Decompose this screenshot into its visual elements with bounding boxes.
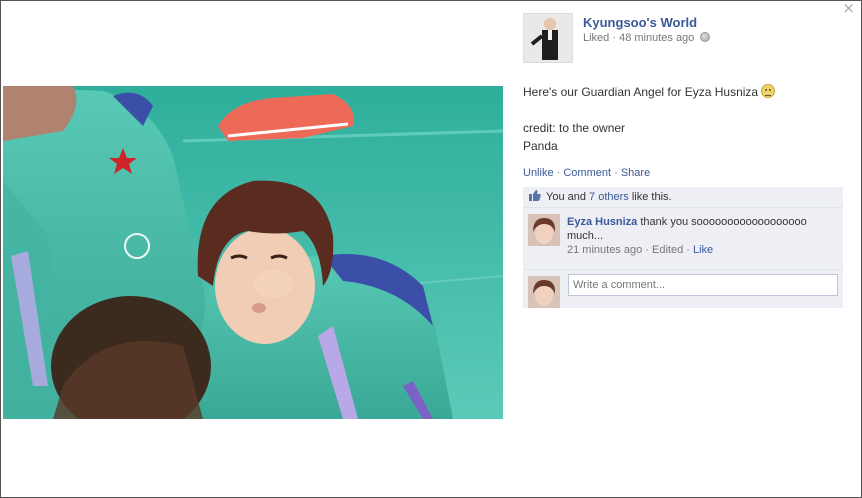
liked-status: Liked	[583, 32, 610, 44]
caption-text: Here's our Guardian Angel for Eyza Husni…	[523, 85, 759, 99]
photo-viewer-dialog: × Kyungsoo's World Liked · 48 minutes ag…	[0, 0, 862, 498]
photo-image	[3, 86, 503, 419]
feedback-box: You and 7 others like this. Eyza Husniza…	[523, 187, 843, 308]
post-timestamp[interactable]: 48 minutes ago	[619, 32, 694, 44]
current-user-avatar-image	[528, 276, 560, 308]
commenter-avatar-image	[528, 214, 560, 246]
meta-separator: ·	[642, 244, 652, 256]
commenter-avatar[interactable]	[528, 214, 560, 246]
unlike-link[interactable]: Unlike	[523, 167, 554, 179]
comment-like-link[interactable]: Like	[693, 244, 713, 256]
smiley-icon	[761, 84, 776, 98]
action-separator: ·	[611, 167, 621, 179]
caption-line: Here's our Guardian Angel for Eyza Husni…	[523, 83, 843, 101]
caption-credit: credit: to the owner	[523, 121, 626, 135]
meta-separator: ·	[683, 244, 693, 256]
comment-item: Eyza Husniza thank you soooooooooooooooo…	[523, 208, 843, 270]
likes-prefix: You and	[546, 191, 590, 203]
post-actions: Unlike · Comment · Share	[523, 167, 650, 179]
comment-body: Eyza Husniza thank you soooooooooooooooo…	[567, 215, 837, 243]
likes-summary: You and 7 others like this.	[523, 187, 843, 208]
thumbs-up-icon	[529, 190, 541, 201]
likes-suffix: like this.	[628, 191, 672, 203]
comment-input[interactable]	[568, 274, 838, 296]
caption-gap	[523, 101, 843, 119]
comment-author-link[interactable]: Eyza Husniza	[567, 216, 637, 228]
comment-edited[interactable]: Edited	[652, 244, 683, 256]
photo[interactable]	[3, 86, 503, 419]
page-profile-picture[interactable]	[523, 13, 573, 63]
likes-others-link[interactable]: 7 others	[589, 191, 629, 203]
close-icon[interactable]: ×	[842, 0, 855, 17]
meta-separator: ·	[609, 32, 620, 44]
caption-signature: Panda	[523, 139, 558, 153]
page-name-link[interactable]: Kyungsoo's World	[583, 15, 697, 30]
comment-link[interactable]: Comment	[563, 167, 611, 179]
reply-row	[523, 270, 843, 308]
globe-icon[interactable]	[700, 32, 711, 42]
page-profile-image	[524, 14, 572, 62]
comment-meta: 21 minutes ago · Edited · Like	[567, 244, 713, 256]
action-separator: ·	[553, 167, 564, 179]
comment-timestamp[interactable]: 21 minutes ago	[567, 244, 642, 256]
post-caption: Here's our Guardian Angel for Eyza Husni…	[523, 83, 843, 155]
post-meta: Liked · 48 minutes ago	[583, 32, 711, 44]
share-link[interactable]: Share	[621, 167, 650, 179]
current-user-avatar	[528, 276, 560, 308]
